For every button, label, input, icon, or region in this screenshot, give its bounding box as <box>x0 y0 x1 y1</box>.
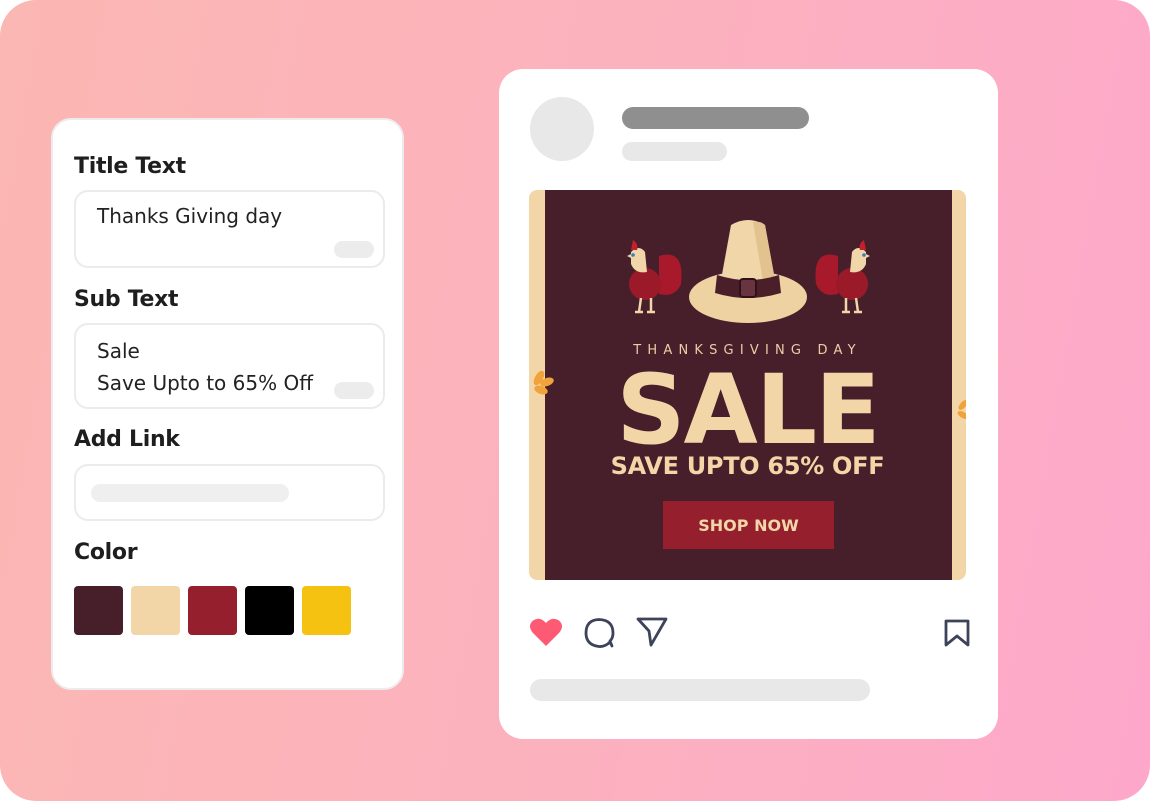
color-swatch[interactable] <box>131 586 180 635</box>
post-image: THANKSGIVING DAY SALE SAVE UPTO 65% OFF … <box>529 190 966 580</box>
editor-panel: Title Text Thanks Giving day Sub Text Sa… <box>51 118 404 690</box>
caption-placeholder <box>530 679 870 701</box>
post-preview-card: THANKSGIVING DAY SALE SAVE UPTO 65% OFF … <box>499 69 998 739</box>
heart-icon[interactable] <box>529 617 563 647</box>
comment-icon[interactable] <box>584 617 616 649</box>
shop-now-button[interactable]: SHOP NOW <box>663 501 834 549</box>
username-placeholder <box>622 107 809 129</box>
color-label: Color <box>74 540 138 565</box>
subtitle-placeholder <box>622 142 727 161</box>
resize-handle[interactable] <box>334 382 374 399</box>
title-text-input[interactable]: Thanks Giving day <box>74 190 385 268</box>
rooster-icon <box>815 240 870 314</box>
sub-text-label: Sub Text <box>74 287 179 312</box>
link-input[interactable] <box>74 464 385 521</box>
color-swatch[interactable] <box>302 586 351 635</box>
rooster-icon <box>627 240 682 314</box>
color-swatch[interactable] <box>74 586 123 635</box>
send-icon[interactable] <box>635 616 669 648</box>
avatar <box>530 97 594 161</box>
link-placeholder <box>91 484 289 502</box>
banner-subline: SAVE UPTO 65% OFF <box>610 452 885 480</box>
pilgrim-hat-icon <box>689 220 807 323</box>
color-swatches <box>74 586 351 635</box>
title-text-label: Title Text <box>74 154 186 179</box>
sub-text-input[interactable]: Sale Save Upto to 65% Off <box>74 323 385 409</box>
banner-headline: SALE <box>616 354 880 466</box>
title-text-value: Thanks Giving day <box>97 204 283 228</box>
color-swatch[interactable] <box>188 586 237 635</box>
color-swatch[interactable] <box>245 586 294 635</box>
sub-text-value: Sale Save Upto to 65% Off <box>97 339 313 395</box>
bookmark-icon[interactable] <box>943 618 971 648</box>
add-link-label: Add Link <box>74 427 180 452</box>
resize-handle[interactable] <box>334 241 374 258</box>
